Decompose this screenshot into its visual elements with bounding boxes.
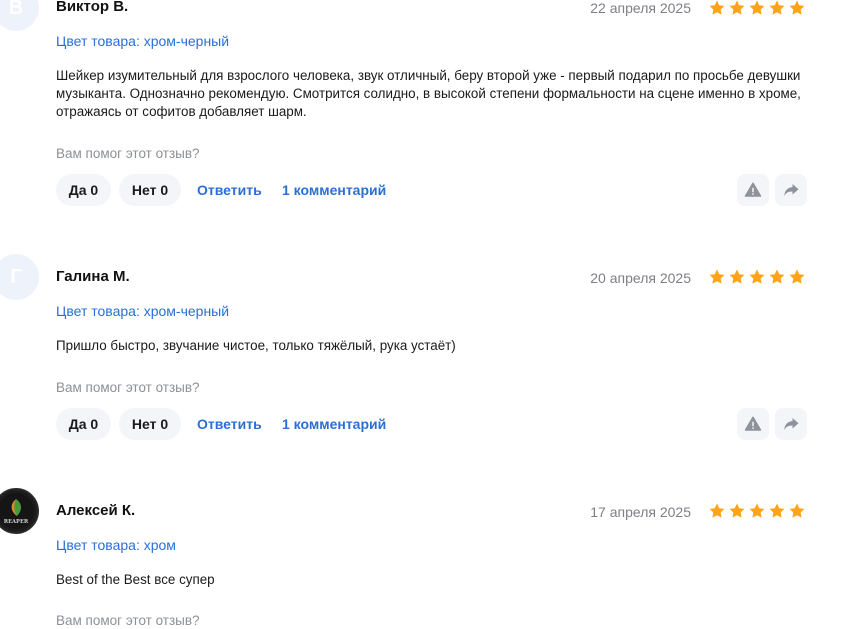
comments-link[interactable]: 1 комментарий	[282, 174, 386, 206]
review-date: 22 апреля 2025	[590, 0, 691, 16]
star-icon	[709, 503, 725, 518]
share-arrow-icon	[784, 418, 799, 430]
product-variant: Цвет товара: хром	[56, 537, 176, 553]
review-author[interactable]: Алексей К.	[56, 502, 135, 519]
review-text: Шейкер изумительный для взрослого челове…	[56, 68, 801, 119]
star-icon	[729, 269, 745, 284]
review-text: Best of the Best все супер	[56, 572, 215, 587]
helpful-yes-button[interactable]: Да 0	[56, 408, 111, 440]
star-icon	[769, 0, 785, 15]
warning-icon	[744, 416, 762, 431]
star-icon	[789, 269, 805, 284]
star-icon	[749, 0, 765, 15]
star-icon	[709, 269, 725, 284]
star-icon	[749, 503, 765, 518]
avatar[interactable]: Г	[0, 254, 39, 300]
review-date: 17 апреля 2025	[590, 504, 691, 520]
star-icon	[769, 269, 785, 284]
product-variant: Цвет товара: хром-черный	[56, 33, 230, 49]
warning-icon	[744, 182, 762, 197]
share-button[interactable]	[775, 408, 807, 440]
share-arrow-icon	[784, 184, 799, 196]
rating-stars	[708, 268, 806, 286]
reaper-logo-icon: REAPER	[0, 493, 34, 529]
star-icon	[769, 503, 785, 518]
avatar[interactable]: В	[0, 0, 39, 31]
helpful-no-button[interactable]: Нет 0	[119, 174, 181, 206]
rating-stars	[708, 502, 806, 520]
avatar-letter: Г	[10, 265, 22, 288]
rating-stars	[708, 0, 806, 17]
helpful-yes-button[interactable]: Да 0	[56, 174, 111, 206]
review-author[interactable]: Виктор В.	[56, 0, 128, 15]
star-icon	[709, 0, 725, 15]
star-icon	[749, 269, 765, 284]
share-button[interactable]	[775, 174, 807, 206]
reply-link[interactable]: Ответить	[197, 174, 262, 206]
review-author[interactable]: Галина М.	[56, 268, 130, 285]
comments-link[interactable]: 1 комментарий	[282, 408, 386, 440]
star-icon	[729, 503, 745, 518]
report-button[interactable]	[737, 174, 769, 206]
product-variant: Цвет товара: хром-черный	[56, 303, 230, 319]
star-icon	[789, 0, 805, 15]
review-date: 20 апреля 2025	[590, 270, 691, 286]
reply-link[interactable]: Ответить	[197, 408, 262, 440]
avatar[interactable]: REAPER	[0, 488, 39, 534]
helpful-question: Вам помог этот отзыв?	[56, 380, 200, 395]
helpful-question: Вам помог этот отзыв?	[56, 613, 200, 628]
helpful-no-button[interactable]: Нет 0	[119, 408, 181, 440]
avatar-letter: В	[8, 0, 24, 19]
helpful-question: Вам помог этот отзыв?	[56, 146, 200, 161]
review-text: Пришло быстро, звучание чистое, только т…	[56, 338, 456, 353]
svg-text:REAPER: REAPER	[4, 519, 29, 525]
review-actions: Да 0 Нет 0 Ответить 1 комментарий	[56, 174, 807, 206]
star-icon	[789, 503, 805, 518]
star-icon	[729, 0, 745, 15]
report-button[interactable]	[737, 408, 769, 440]
review-actions: Да 0 Нет 0 Ответить 1 комментарий	[56, 408, 807, 440]
